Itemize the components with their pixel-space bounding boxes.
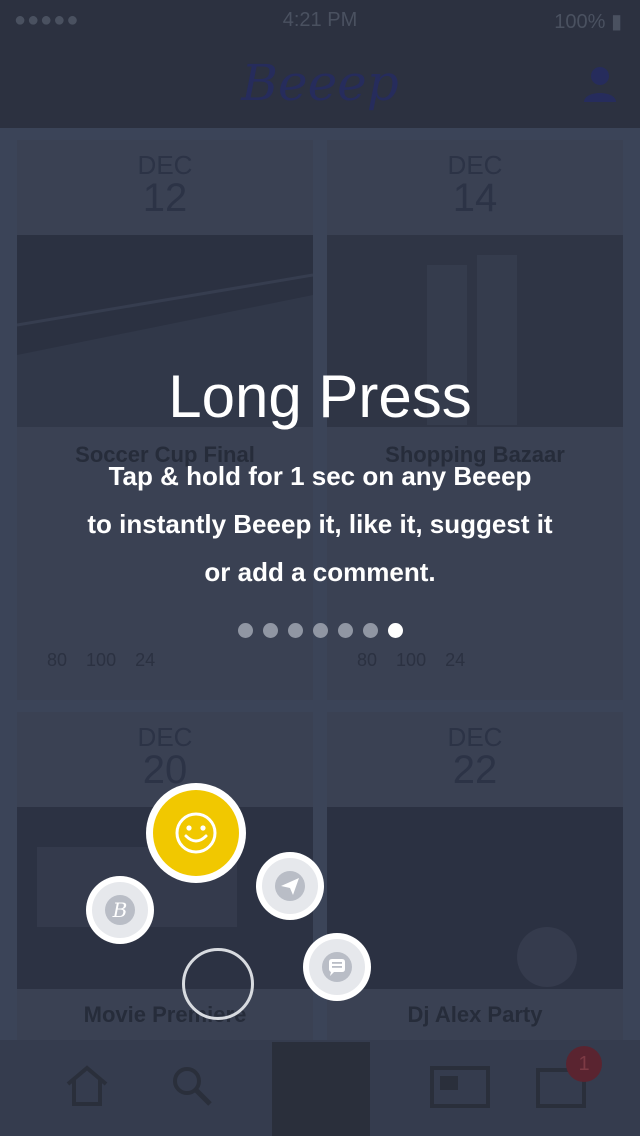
status-bar: ●●●●● 4:21 PM 100% ▮	[0, 0, 640, 40]
battery-indicator: 100% ▮	[554, 11, 622, 33]
page-indicator[interactable]	[0, 623, 640, 638]
tutorial-title: Long Press	[168, 363, 472, 430]
party-image	[327, 807, 623, 989]
press-origin-ring	[182, 948, 254, 1020]
event-card[interactable]: DEC 22 Dj Alex Party	[327, 712, 623, 1042]
card-stats: 80 100 24	[357, 650, 603, 680]
stat-likes: 100	[86, 650, 117, 670]
cards-icon[interactable]	[430, 1064, 490, 1110]
page-dot[interactable]	[237, 623, 253, 638]
page-dot[interactable]	[387, 623, 403, 638]
search-icon[interactable]	[168, 1062, 214, 1108]
like-button[interactable]	[146, 783, 246, 883]
stat-comments: 24	[445, 650, 466, 670]
smiley-icon	[175, 812, 217, 854]
stat-likes: 100	[396, 650, 427, 670]
card-image	[327, 807, 623, 989]
stat-beeeps: 80	[47, 650, 68, 670]
comment-icon	[322, 952, 352, 982]
card-day: 12	[142, 176, 188, 220]
comment-button[interactable]	[303, 933, 371, 1001]
card-stats: 80 100 24	[47, 650, 293, 680]
card-day: 22	[452, 748, 498, 792]
page-dot[interactable]	[337, 623, 353, 638]
tutorial-line: to instantly Beeep it, like it, suggest …	[87, 509, 553, 539]
tutorial-description: Tap & hold for 1 sec on any Beeep to ins…	[60, 452, 580, 596]
page-dot[interactable]	[287, 623, 303, 638]
tab-create-beeep[interactable]	[272, 1042, 370, 1136]
page-dot[interactable]	[262, 623, 278, 638]
svg-text:B: B	[112, 898, 128, 922]
tutorial-line: Tap & hold for 1 sec on any Beeep	[108, 461, 532, 491]
card-day: 20	[142, 748, 188, 792]
app-logo: Beeep	[241, 54, 399, 112]
card-title: Dj Alex Party	[407, 1002, 543, 1027]
profile-icon[interactable]	[582, 64, 622, 104]
page-dot[interactable]	[312, 623, 328, 638]
status-time: 4:21 PM	[282, 9, 358, 31]
card-day: 14	[452, 176, 498, 220]
home-icon[interactable]	[64, 1062, 110, 1108]
send-icon	[275, 871, 305, 901]
page-dot[interactable]	[362, 623, 378, 638]
suggest-button[interactable]	[256, 852, 324, 920]
card-title: Movie Premiere	[83, 1002, 247, 1027]
notification-badge: 1	[566, 1046, 602, 1082]
stat-beeeps: 80	[357, 650, 378, 670]
stat-comments: 24	[135, 650, 156, 670]
tutorial-line: or add a comment.	[204, 557, 436, 587]
app-header: Beeep	[0, 40, 640, 128]
beeep-it-button[interactable]: B	[86, 876, 154, 944]
beeep-logo-icon: B	[105, 895, 135, 925]
